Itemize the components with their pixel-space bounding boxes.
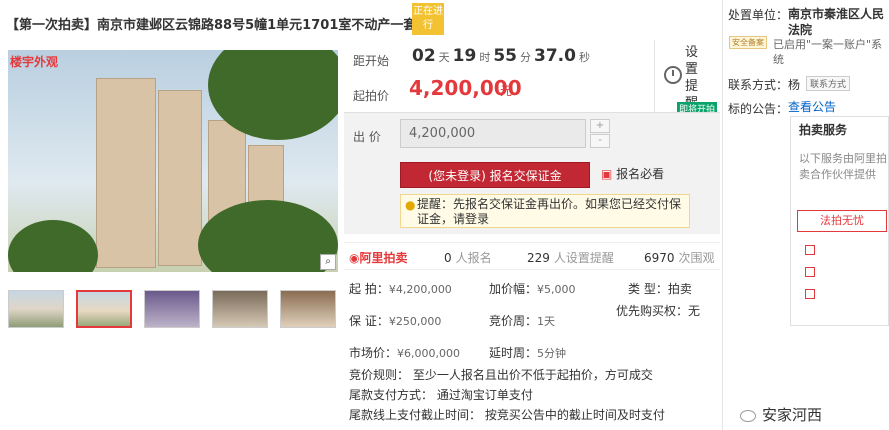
thumbnail-2[interactable] <box>76 290 132 328</box>
bid-rule: 竞价规则： 至少一人报名且出价不低于起拍价，方可成交 <box>349 368 653 382</box>
one-case-one-account-text: 已启用"一案一账户"系统 <box>773 38 883 66</box>
contact-label: 联系方式： <box>728 78 789 92</box>
must-read-link[interactable]: ▣ 报名必看 <box>601 165 664 182</box>
contact-button[interactable]: 联系方式 <box>806 76 851 91</box>
auction-service-box: 拍卖服务 以下服务由阿里拍卖合作伙伴提供 法拍无忧 <box>790 116 889 326</box>
reminder-count: 229 人设置提醒 <box>527 251 614 265</box>
bid-increase-button[interactable]: + <box>590 119 610 133</box>
start-price-label: 起拍价 <box>353 89 390 103</box>
contact-name: 杨 <box>788 78 801 92</box>
main-photo[interactable]: 楼宇外观 ⌕ <box>8 50 338 272</box>
watermark: 安家河西 <box>740 404 822 425</box>
stage-badge: 正在进行 <box>412 3 444 35</box>
service-icon[interactable] <box>805 245 815 255</box>
thumbnail-4[interactable] <box>212 290 268 328</box>
safe-badge: 安全备案 <box>729 36 767 49</box>
set-reminder-button[interactable]: 设置提醒 即将开拍 <box>654 40 720 115</box>
zoom-icon[interactable]: ⌕ <box>320 254 336 270</box>
court-label: 处置单位： <box>728 8 789 22</box>
increment-info: 加价幅：¥5,000 <box>489 282 576 296</box>
service-icon[interactable] <box>805 267 815 277</box>
login-tip: ● 提醒：先报名交保证金再出价。如果您已经交付保证金，请登录 <box>400 194 690 228</box>
auction-service-title: 拍卖服务 <box>799 123 848 137</box>
photo-label: 楼宇外观 <box>10 55 59 69</box>
delay-info: 延时周：5分钟 <box>489 346 567 360</box>
start-price-unit: 元 <box>500 84 513 98</box>
views-count: 6970 次围观 <box>644 251 715 265</box>
enrolled-count: 0 人报名 <box>444 251 492 265</box>
start-info: 起 拍：¥4,200,000 <box>349 282 452 296</box>
priority-info: 优先购买权：无 <box>616 304 701 318</box>
bulb-icon: ● <box>405 198 416 212</box>
service-icon[interactable] <box>805 289 815 299</box>
bid-decrease-button[interactable]: - <box>590 134 610 148</box>
payment-method: 尾款支付方式： 通过淘宝订单支付 <box>349 388 533 402</box>
announcement-link[interactable]: 查看公告 <box>788 98 836 115</box>
law-auction-button[interactable]: 法拍无忧 <box>797 210 887 232</box>
building-tower <box>158 90 202 266</box>
bid-label: 出 价 <box>353 130 381 144</box>
stats-bar: ◉阿里拍卖 0 人报名 229 人设置提醒 6970 次围观 <box>344 242 720 270</box>
book-icon: ▣ <box>601 167 613 181</box>
type-info: 类 型：拍卖 <box>628 282 692 296</box>
payment-deadline: 尾款线上支付截止时间： 按竞买公告中的截止时间及时支付 <box>349 408 665 422</box>
wechat-icon <box>740 409 756 422</box>
cycle-info: 竞价周：1天 <box>489 314 556 328</box>
ali-auction-logo: ◉阿里拍卖 <box>349 251 408 265</box>
tree <box>8 220 98 272</box>
register-deposit-button[interactable]: (您未登录) 报名交保证金 <box>400 162 590 188</box>
thumbnail-1[interactable] <box>8 290 64 328</box>
thumbnail-3[interactable] <box>144 290 200 328</box>
page-title: 【第一次拍卖】南京市建邺区云锦路88号5幢1单元1701室不动产一套 <box>6 18 417 33</box>
building-tower <box>96 78 156 268</box>
deposit-info: 保 证：¥250,000 <box>349 314 442 328</box>
announcement-label: 标的公告： <box>728 102 789 116</box>
auction-service-text: 以下服务由阿里拍卖合作伙伴提供 <box>799 152 887 181</box>
clock-icon <box>664 66 682 84</box>
thumbnail-5[interactable] <box>280 290 336 328</box>
countdown: 02 天 19 时 55 分 37.0 秒 <box>412 46 590 66</box>
countdown-label: 距开始 <box>353 54 390 68</box>
bid-input[interactable]: 4,200,000 <box>400 119 586 148</box>
market-info: 市场价：¥6,000,000 <box>349 346 460 360</box>
court-name[interactable]: 南京市秦淮区人民法院 <box>788 6 888 38</box>
